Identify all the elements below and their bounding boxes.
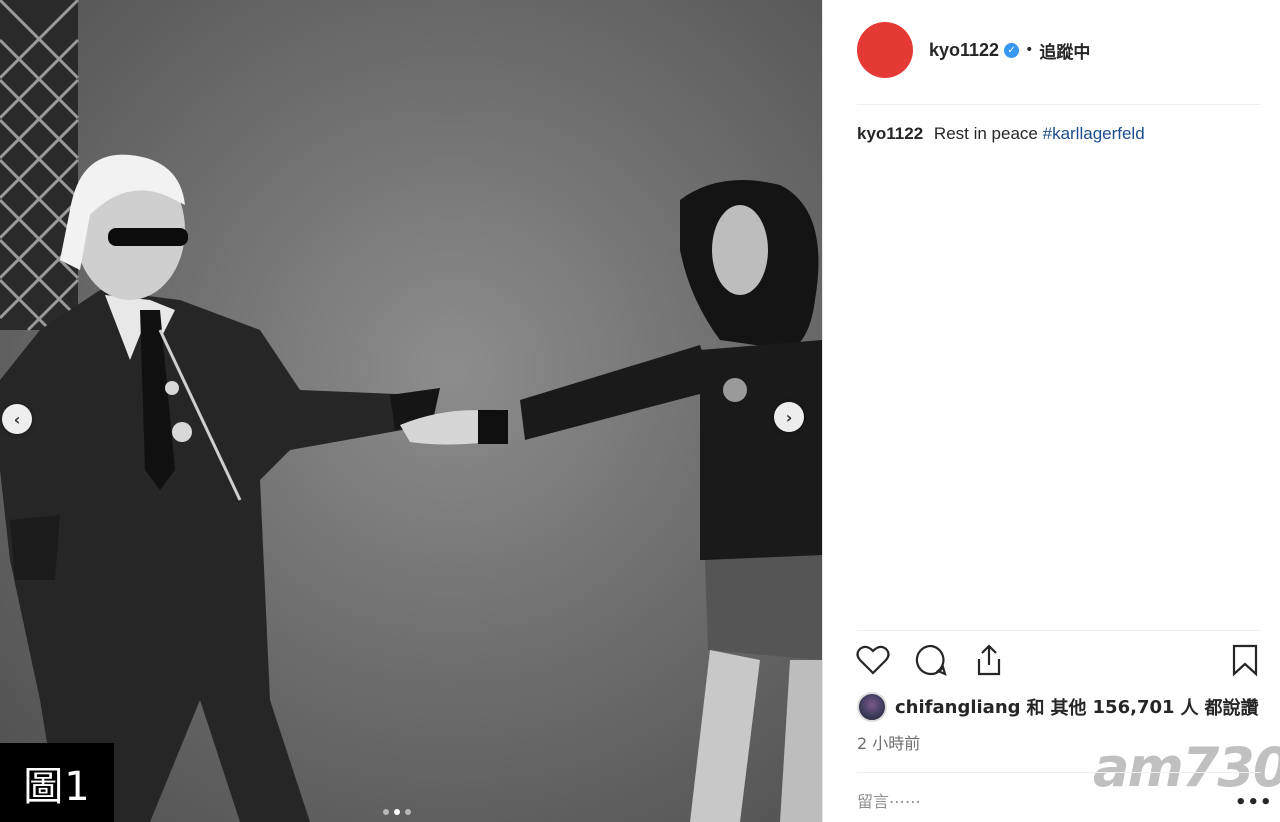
- chevron-left-icon: ‹: [13, 409, 21, 429]
- separator-bullet: •: [1025, 42, 1034, 58]
- share-button[interactable]: [971, 642, 1007, 678]
- username-link[interactable]: kyo1122: [929, 40, 999, 61]
- figure-label: 圖1: [0, 743, 114, 822]
- comment-button[interactable]: [913, 642, 949, 678]
- likes-joiner: 和: [1026, 698, 1045, 719]
- caption-username-link[interactable]: kyo1122: [857, 124, 923, 143]
- like-button[interactable]: [855, 642, 891, 678]
- heart-icon: [856, 645, 890, 675]
- post-timestamp[interactable]: 2 小時前: [857, 730, 920, 754]
- more-options-icon[interactable]: •••: [1235, 792, 1273, 813]
- bookmark-icon: [1232, 644, 1258, 677]
- photo-illustration: [0, 0, 822, 822]
- carousel-indicator: [383, 809, 411, 815]
- post-details-panel: kyo1122 ✓ • 追蹤中 kyo1122 Rest in peace #k…: [822, 0, 1280, 822]
- divider: [857, 104, 1261, 105]
- carousel-dot-active: [394, 809, 400, 815]
- chevron-right-icon: ›: [785, 407, 793, 427]
- carousel-next-button[interactable]: ›: [774, 402, 804, 432]
- following-button[interactable]: 追蹤中: [1039, 38, 1090, 63]
- liker-avatar[interactable]: [857, 692, 887, 722]
- likes-count[interactable]: 156,701: [1093, 697, 1175, 718]
- save-button[interactable]: [1227, 642, 1263, 678]
- carousel-dot: [405, 809, 411, 815]
- verified-badge-icon: ✓: [1004, 42, 1020, 58]
- divider: [857, 630, 1261, 631]
- likes-others-label[interactable]: 其他: [1051, 694, 1087, 720]
- caption-text: Rest in peace: [933, 124, 1038, 143]
- carousel-prev-button[interactable]: ‹: [2, 404, 32, 434]
- carousel-dot: [383, 809, 389, 815]
- hashtag-link[interactable]: #karllagerfeld: [1043, 124, 1145, 143]
- likes-suffix: 都說讚: [1204, 698, 1259, 719]
- likes-unit: 人: [1180, 698, 1199, 719]
- watermark-logo: am730: [1093, 736, 1280, 799]
- avatar[interactable]: [857, 22, 913, 78]
- likes-summary: chifangliang 和 其他 156,701 人 都說讚: [857, 692, 1265, 722]
- post-header: kyo1122 ✓ • 追蹤中: [857, 22, 1090, 78]
- comment-bubble-icon: [915, 644, 947, 676]
- post-actions: [855, 642, 1007, 678]
- post-caption: kyo1122 Rest in peace #karllagerfeld: [857, 124, 1145, 144]
- comment-input[interactable]: 留言⋯⋯: [857, 788, 921, 812]
- liker-username-link[interactable]: chifangliang: [895, 697, 1021, 718]
- share-icon: [977, 644, 1001, 676]
- post-photo[interactable]: ‹ › 圖1: [0, 0, 822, 822]
- divider: [857, 772, 1261, 773]
